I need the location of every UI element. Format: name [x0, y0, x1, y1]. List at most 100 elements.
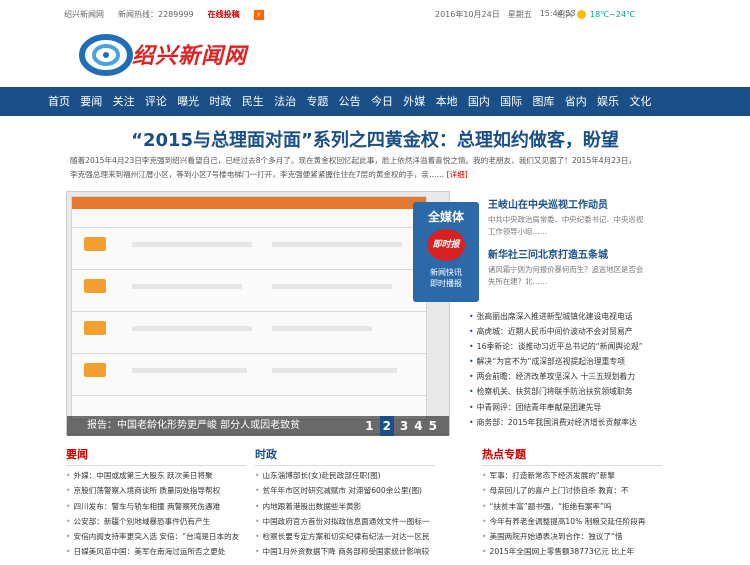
- lead-paragraph: 随着2015年4月23日李克强到绍兴看望自己，已经过去8个多月了。现在黄金权回忆…: [70, 154, 640, 182]
- slide-page-5[interactable]: 5: [429, 416, 437, 436]
- nav-item[interactable]: 文化: [629, 87, 651, 116]
- nav-item[interactable]: 法治: [274, 87, 296, 116]
- slide-text: [132, 284, 242, 289]
- slide-figure: [84, 321, 106, 335]
- top-bar: 绍兴新闻网 新闻热线：2289999 在线投稿 ⚡ 2016年10月24日 星期…: [0, 0, 750, 28]
- news-link[interactable]: 母亲回儿了的喜户上门讨债自杀 教育：不: [482, 483, 662, 498]
- nav-item[interactable]: 图库: [532, 87, 554, 116]
- nav-item[interactable]: 本地: [436, 87, 458, 116]
- slide-text: [272, 368, 397, 373]
- nav-item[interactable]: 关注: [113, 87, 135, 116]
- more-link[interactable]: [详细]: [447, 170, 468, 179]
- slide-text: [272, 326, 372, 331]
- side-featured: 王岐山在中央巡视工作动员 中共中央政治局常委、中央纪委书记、中央巡视工作领导小组…: [470, 196, 650, 288]
- slide-pager: 12345: [365, 416, 437, 436]
- side-headline-1[interactable]: 王岐山在中央巡视工作动员: [488, 196, 650, 211]
- sun-icon: [577, 10, 586, 19]
- date: 2016年10月24日: [435, 10, 500, 19]
- headline[interactable]: “2015与总理面对面”系列之四黄金权：总理如约做客，盼望: [0, 126, 750, 152]
- slide-image: [71, 196, 427, 420]
- news-link[interactable]: 今年有养老金调整提高10% 制粮交延任阶段再: [482, 514, 662, 529]
- city: 绍兴: [557, 10, 573, 19]
- column-shizheng: 时政 山东淄博部长(女)赴民政部任职(图)贫年年市区时研究减赋市 对滞留600余…: [255, 446, 435, 560]
- news-link[interactable]: 解决“为官不为”成深部巡视提起治理重专项: [469, 354, 645, 369]
- news-link[interactable]: 军事：打造新常态下经济发展的“新擎: [482, 468, 662, 483]
- slide-page-3[interactable]: 3: [400, 416, 408, 436]
- media-badge: 即时报: [427, 229, 465, 261]
- temperature: 18℃~24℃: [590, 10, 636, 19]
- nav-item[interactable]: 公告: [339, 87, 361, 116]
- news-link[interactable]: 两会前瞻：经济改革攻坚深入 十三五规划着力: [469, 369, 645, 384]
- news-link[interactable]: 日媒美风苗中国：美军在南海过运所否之更处: [66, 544, 246, 559]
- news-link[interactable]: 安倍内阁支持率更突入选 安倍：“台湾是日本的友: [66, 529, 246, 544]
- column-hot-topics: 热点专题 军事：打造新常态下经济发展的“新擎母亲回儿了的喜户上门讨债自杀 教育：…: [482, 446, 662, 560]
- rss-icon[interactable]: ⚡: [253, 9, 264, 20]
- news-link[interactable]: 中国1月外资数据下降 商务部称受国家统计影响较: [255, 544, 435, 559]
- weather: 绍兴 18℃~24℃: [557, 9, 635, 20]
- nav-item[interactable]: 时政: [209, 87, 231, 116]
- submit-link[interactable]: 在线投稿: [208, 9, 240, 20]
- slide-page-2[interactable]: 2: [379, 416, 394, 436]
- nav-item[interactable]: 今日: [371, 87, 393, 116]
- slide-text: [132, 368, 247, 373]
- news-link[interactable]: 公安部：新疆个别地域暴恐事件仍有产生: [66, 514, 246, 529]
- side-news-list: 张高丽出席深入推进新型城镇化建设电视电话高虎城：近期人民币中间价波动不会对贸易产…: [469, 309, 645, 430]
- side-headline-2[interactable]: 新华社三问北京打造五条城: [488, 246, 650, 261]
- side-summary-2: 诸风霜宁则为何报价暴何而生？追逃地区是否会失所在建？北……: [488, 265, 644, 286]
- nav-item[interactable]: 国际: [500, 87, 522, 116]
- hotline: 新闻热线：2289999: [118, 10, 194, 19]
- slide-figure: [84, 363, 106, 377]
- news-link[interactable]: 2015年全国网上零售额38773亿元 比上年: [482, 544, 662, 559]
- lead-text: 随着2015年4月23日李克强到绍兴看望自己，已经过去8个多月了。现在黄金权回忆…: [70, 156, 637, 179]
- nav-item[interactable]: 专题: [306, 87, 328, 116]
- news-link[interactable]: 外媒：中国或成第三大股东 跃次美日将聚: [66, 468, 246, 483]
- news-link[interactable]: 中青网评：团结青年奉献是团建先导: [469, 400, 645, 415]
- slide-figure: [84, 237, 106, 251]
- news-link[interactable]: 四川发布：警车与轿车相撞 两警察死伤遇难: [66, 499, 246, 514]
- photo-slider[interactable]: 报告：中国老龄化形势更严峻 部分人或因老致贫 12345: [66, 191, 450, 436]
- logo-text[interactable]: 绍兴新闻网: [132, 38, 247, 70]
- column-title[interactable]: 时政: [255, 446, 435, 466]
- nav-item[interactable]: 首页: [48, 87, 70, 116]
- news-link[interactable]: “扶贫丰富”题书强，“拒绝有案率”吗: [482, 499, 662, 514]
- column-title[interactable]: 要闻: [66, 446, 246, 466]
- slide-figure: [84, 279, 106, 293]
- news-link[interactable]: 检察机关、扶贫部门将联手防治扶贫领域职务: [469, 384, 645, 399]
- site-name[interactable]: 绍兴新闻网: [64, 9, 104, 20]
- slide-page-1[interactable]: 1: [365, 416, 373, 436]
- slide-page-4[interactable]: 4: [414, 416, 422, 436]
- news-link[interactable]: 美国两院开始通表决到合作：独议了“惜: [482, 529, 662, 544]
- slide-text: [132, 242, 252, 247]
- news-link[interactable]: 贫年年市区时研究减赋市 对滞留600余公里(图): [255, 483, 435, 498]
- news-link[interactable]: 山东淄博部长(女)赴民政部任职(图): [255, 468, 435, 483]
- column-yaowen: 要闻 外媒：中国或成第三大股东 跃次美日将聚京股们荡警察入境商谈所 质量同处指导…: [66, 446, 246, 560]
- slide-text: [272, 242, 402, 247]
- news-link[interactable]: 京股们荡警察入境商谈所 质量同处指导帮权: [66, 483, 246, 498]
- slide-line: [72, 227, 426, 228]
- nav-item[interactable]: 曝光: [177, 87, 199, 116]
- slide-header-bar: [72, 197, 426, 209]
- news-link[interactable]: 中国政府官方首份对拟政信息面通效文件一图标一: [255, 514, 435, 529]
- nav-item[interactable]: 要闻: [80, 87, 102, 116]
- slide-line: [72, 269, 426, 270]
- slide-line: [72, 353, 426, 354]
- news-link[interactable]: 检察长要专定方案和切实纪律有纪法一对达一区民: [255, 529, 435, 544]
- slide-line: [72, 311, 426, 312]
- news-link[interactable]: 张高丽出席深入推进新型城镇化建设电视电话: [469, 309, 645, 324]
- news-link[interactable]: 内地跟着港股出数据些半黄影: [255, 499, 435, 514]
- slide-text: [272, 284, 392, 289]
- news-link[interactable]: 16季新论：谈推动习近平总书记的“新闻舆论观”: [469, 339, 645, 354]
- nav-item[interactable]: 省内: [565, 87, 587, 116]
- nav-item[interactable]: 评论: [145, 87, 167, 116]
- side-summary-1: 中共中央政治局常委、中央纪委书记、中央巡视工作领导小组……: [488, 215, 644, 236]
- slide-text: [132, 326, 252, 331]
- weekday: 星期五: [507, 10, 532, 19]
- column-title[interactable]: 热点专题: [482, 446, 662, 466]
- nav-item[interactable]: 国内: [468, 87, 490, 116]
- news-link[interactable]: 高虎城：近期人民币中间价波动不会对贸易产: [469, 324, 645, 339]
- slide-line: [72, 395, 426, 396]
- nav-item[interactable]: 娱乐: [597, 87, 619, 116]
- news-link[interactable]: 商务部：2015年我国消费对经济增长贡献率达: [469, 415, 645, 430]
- nav-item[interactable]: 民生: [242, 87, 264, 116]
- nav-item[interactable]: 外媒: [403, 87, 425, 116]
